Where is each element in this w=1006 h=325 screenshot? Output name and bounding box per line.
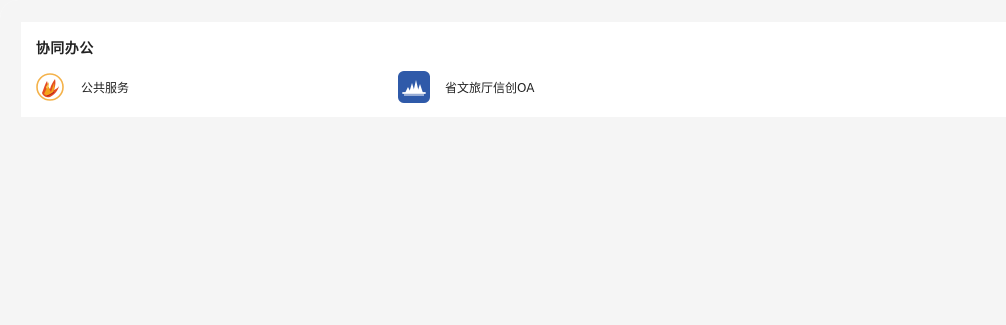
app-provincial-culture-tourism-oa[interactable]: 省文旅厅信创OA (398, 71, 534, 103)
app-label-public-service: 公共服务 (81, 80, 130, 95)
page-background: 协同办公 公共服务 省文旅厅信创OA (0, 0, 1006, 325)
section-title: 协同办公 (36, 41, 94, 57)
public-service-logo-icon (36, 73, 64, 101)
page-corner (0, 0, 22, 22)
app-public-service[interactable]: 公共服务 (34, 71, 129, 103)
building-logo-icon (398, 71, 430, 103)
app-label-provincial-culture-tourism-oa: 省文旅厅信创OA (445, 80, 535, 95)
collaboration-office-card: 协同办公 公共服务 省文旅厅信创OA (21, 22, 1006, 117)
